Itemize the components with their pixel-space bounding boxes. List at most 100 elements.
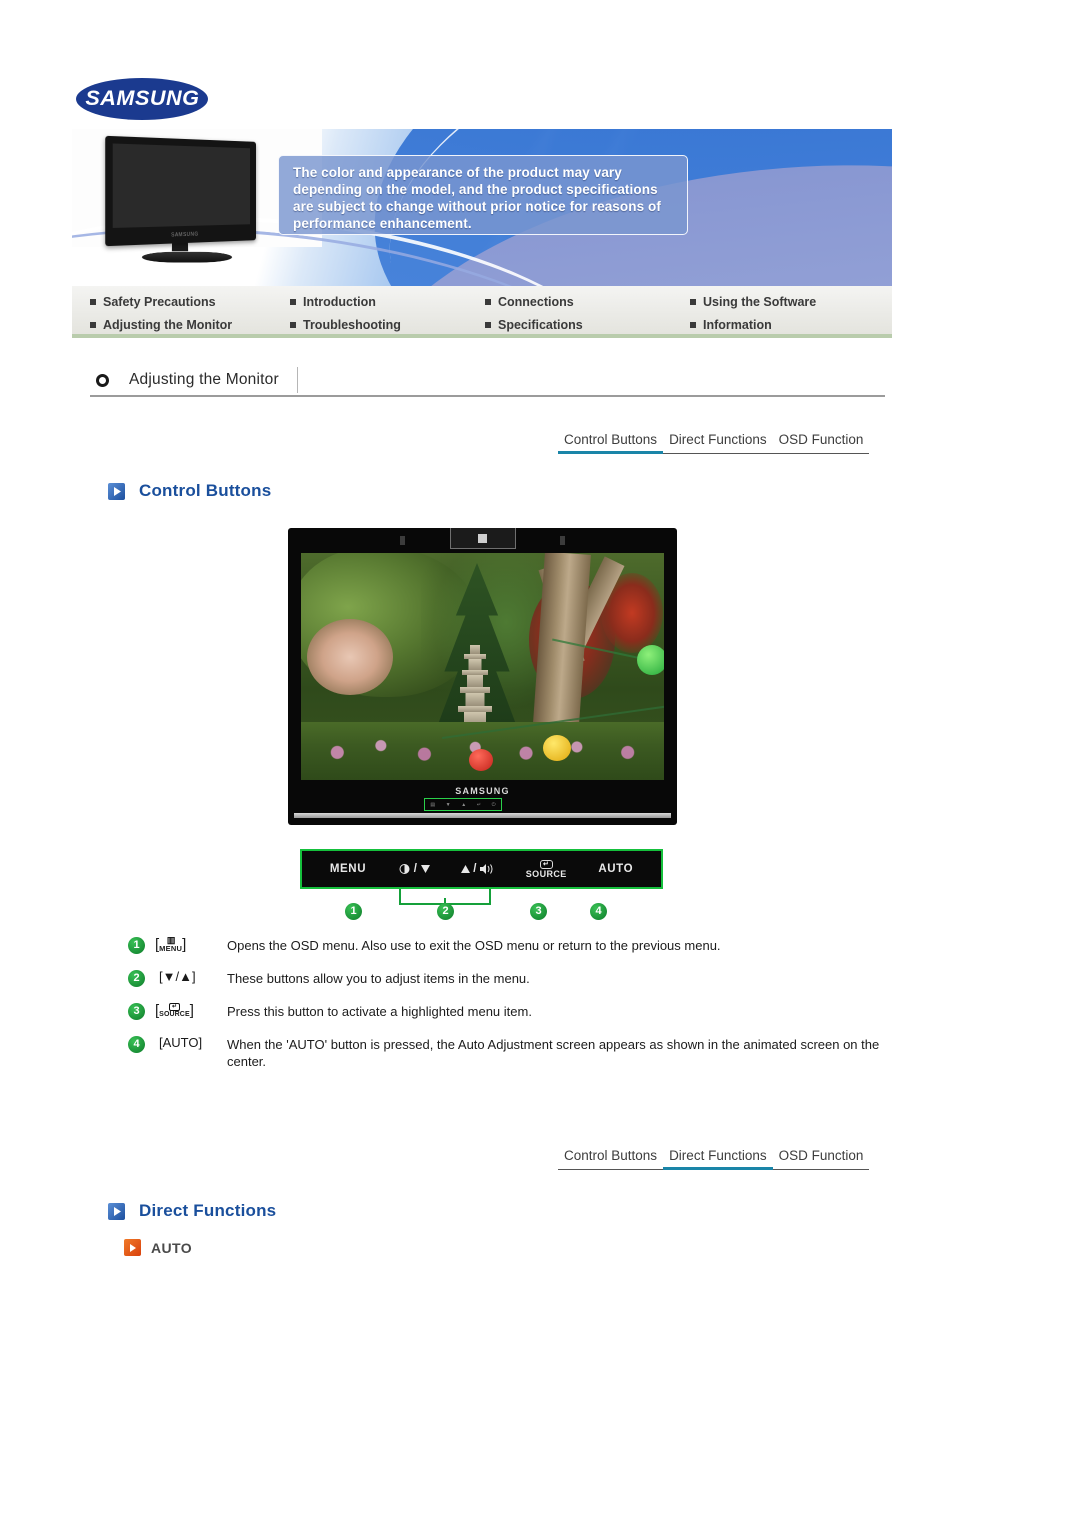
- play-arrow-icon: [108, 482, 125, 500]
- logo-text: SAMSUNG: [84, 87, 200, 110]
- description-text: These buttons allow you to adjust items …: [227, 971, 530, 986]
- description-text: Opens the OSD menu. Also use to exit the…: [227, 938, 721, 953]
- hero-monitor-image: SAMSUNG: [98, 135, 283, 269]
- bezel-glyph-menu: ▤: [430, 801, 436, 808]
- callout-number-4: 4: [128, 1036, 145, 1053]
- main-navigation: Safety Precautions Introduction Connecti…: [72, 286, 892, 338]
- callout-number-3: 3: [128, 1003, 145, 1020]
- bezel-glyph-auto: ⏻: [491, 801, 496, 808]
- bezel-glyph-source: ↵: [476, 801, 482, 808]
- nav-item-safety-precautions[interactable]: Safety Precautions: [90, 291, 290, 312]
- control-button-descriptions: 1 [ ▥ MENU ] Opens the OSD menu. Also us…: [128, 936, 888, 1085]
- control-down-separator: /: [413, 863, 418, 875]
- menu-icon: ▥ MENU: [159, 935, 183, 954]
- nav-item-troubleshooting[interactable]: Troubleshooting: [290, 314, 485, 335]
- description-text: Press this button to activate a highligh…: [227, 1004, 532, 1019]
- triangle-down-icon: [420, 865, 430, 873]
- logo-ellipse: SAMSUNG: [76, 78, 208, 120]
- monitor-top-tab: [449, 528, 516, 549]
- nav-label: Troubleshooting: [303, 317, 401, 332]
- monitor-base: [140, 251, 234, 263]
- monitor-screen-content: [301, 553, 664, 780]
- section-heading-direct-functions: Direct Functions: [108, 1201, 276, 1221]
- control-bar-closeup: MENU / / ↵ SOURCE AUTO: [300, 849, 663, 889]
- control-button-auto[interactable]: AUTO: [598, 863, 633, 875]
- monitor-screen: [112, 143, 251, 228]
- monitor-top-bezel: [288, 528, 677, 552]
- page-title-bar: Adjusting the Monitor: [90, 365, 885, 397]
- control-button-source[interactable]: ↵ SOURCE: [525, 859, 567, 879]
- callout-marker-3: 3: [530, 903, 547, 920]
- bullet-icon: [90, 298, 96, 305]
- nav-item-adjusting-the-monitor[interactable]: Adjusting the Monitor: [90, 314, 290, 335]
- nav-item-connections[interactable]: Connections: [485, 291, 690, 312]
- monitor-product-photo: SAMSUNG ▤ ▼ ▲ ↵ ⏻: [288, 528, 677, 825]
- page-title: Adjusting the Monitor: [129, 371, 279, 388]
- key-label-updown: [▼/▲]: [159, 969, 196, 984]
- play-arrow-icon-orange: [124, 1239, 141, 1256]
- nav-label: Introduction: [303, 294, 376, 309]
- tab-direct-functions[interactable]: Direct Functions: [663, 432, 773, 454]
- description-row-4: 4 [AUTO] When the 'AUTO' button is press…: [128, 1035, 888, 1070]
- tab-osd-function[interactable]: OSD Function: [772, 432, 870, 454]
- scene-lantern-yellow: [543, 735, 571, 761]
- callout-marker-4: 4: [590, 903, 607, 920]
- tab-osd-function-bottom[interactable]: OSD Function: [772, 1148, 870, 1170]
- callout-number-2: 2: [128, 970, 145, 987]
- control-source-label: SOURCE: [525, 868, 567, 879]
- monitor-brand-label: SAMSUNG: [455, 786, 510, 796]
- bezel-glyph-down: ▼: [445, 801, 451, 808]
- bullet-icon: [485, 321, 491, 328]
- monitor-brand-label: SAMSUNG: [171, 231, 199, 239]
- scene-lantern-green: [637, 645, 664, 675]
- callout-marker-2: 2: [437, 903, 454, 920]
- callout-marker-1: 1: [345, 903, 362, 920]
- hero-notice-box: The color and appearance of the product …: [278, 155, 688, 235]
- bullet-icon: [485, 298, 491, 305]
- key-label-source: [ ↵ SOURCE ]: [155, 1002, 194, 1019]
- brightness-icon: [399, 864, 410, 874]
- hero-banner: SAMSUNG The color and appearance of the …: [72, 129, 892, 286]
- bullet-icon: [290, 298, 296, 305]
- description-text: When the 'AUTO' button is pressed, the A…: [227, 1037, 880, 1069]
- section-heading-control-buttons: Control Buttons: [108, 481, 271, 501]
- control-button-menu[interactable]: MENU: [330, 863, 366, 875]
- control-button-up[interactable]: /: [461, 863, 494, 875]
- source-icon: ↵ SOURCE: [159, 1003, 190, 1018]
- control-button-down[interactable]: /: [398, 863, 430, 875]
- scene-pink-tree: [307, 619, 393, 695]
- ring-icon: [96, 373, 109, 387]
- description-row-1: 1 [ ▥ MENU ] Opens the OSD menu. Also us…: [128, 936, 888, 954]
- nav-item-using-the-software[interactable]: Using the Software: [690, 291, 910, 312]
- description-row-2: 2 [▼/▲] These buttons allow you to adjus…: [128, 969, 888, 987]
- callout-number-row: 1 2 3 4: [0, 903, 1080, 925]
- tab-control-buttons-bottom[interactable]: Control Buttons: [558, 1148, 664, 1170]
- enter-icon: ↵: [539, 859, 553, 869]
- volume-icon: [480, 864, 493, 874]
- bezel-sensor-left: [400, 536, 405, 545]
- direct-function-item-auto[interactable]: AUTO: [124, 1239, 192, 1256]
- nav-label: Safety Precautions: [103, 294, 216, 309]
- tab-control-buttons[interactable]: Control Buttons: [558, 432, 664, 454]
- triangle-up-icon: [461, 865, 471, 873]
- play-arrow-icon: [108, 1202, 125, 1220]
- samsung-logo: SAMSUNG: [76, 78, 208, 120]
- direct-function-label: AUTO: [151, 1239, 193, 1256]
- bullet-icon: [690, 321, 696, 328]
- control-up-separator: /: [473, 863, 478, 875]
- menu-key-text: MENU: [159, 944, 183, 954]
- bullet-icon: [90, 321, 96, 328]
- monitor-bottom-strip: [294, 813, 671, 818]
- nav-item-information[interactable]: Information: [690, 314, 910, 335]
- nav-item-introduction[interactable]: Introduction: [290, 291, 485, 312]
- nav-label: Adjusting the Monitor: [103, 317, 233, 332]
- nav-item-specifications[interactable]: Specifications: [485, 314, 690, 335]
- key-label-auto: [AUTO]: [159, 1035, 203, 1050]
- bezel-sensor-right: [560, 536, 565, 545]
- tabbar-bottom: Control Buttons Direct Functions OSD Fun…: [558, 1140, 870, 1170]
- nav-grid: Safety Precautions Introduction Connecti…: [72, 286, 892, 335]
- nav-label: Specifications: [498, 317, 583, 332]
- nav-label: Using the Software: [703, 294, 817, 309]
- tab-direct-functions-bottom[interactable]: Direct Functions: [663, 1148, 773, 1170]
- section-title: Control Buttons: [139, 481, 272, 500]
